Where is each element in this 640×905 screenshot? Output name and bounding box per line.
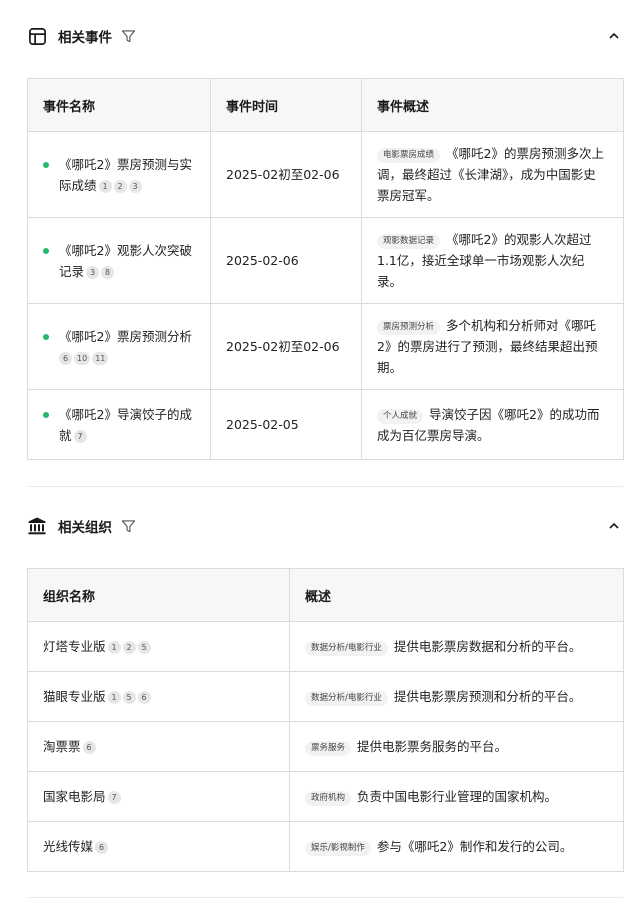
table-row: 光线传媒 6 娱乐/影视制作 参与《哪吒2》制作和发行的公司。	[27, 821, 624, 872]
table-layout-icon	[27, 26, 47, 46]
category-tag: 票务服务	[305, 741, 352, 756]
table-row: 猫眼专业版 1 5 6 数据分析/电影行业 提供电影票房预测和分析的平台。	[27, 671, 624, 722]
org-summary: 政府机构 负责中国电影行业管理的国家机构。	[289, 771, 624, 822]
events-table: 事件名称 事件时间 事件概述 《哪吒2》票房预测与实 际成绩 1 2 3 2025-02…	[27, 78, 624, 460]
category-tag: 观影数据记录	[377, 234, 441, 249]
event-name: 《哪吒2》导演饺子的成就 7	[43, 404, 195, 446]
events-table-header: 事件名称 事件时间 事件概述	[27, 78, 624, 132]
reference-badge[interactable]: 8	[101, 265, 115, 279]
table-row: 《哪吒2》导演饺子的成就 7 2025-02-05 个人成就 导演饺子因《哪吒2》的…	[27, 389, 624, 460]
orgs-table-header: 组织名称 概述	[27, 568, 624, 622]
event-summary: 票房预测分析 多个机构和分析师对《哪吒2》的票房进行了预测，最终结果超出预期。	[361, 303, 624, 390]
reference-badge[interactable]: 6	[59, 351, 72, 365]
reference-badge[interactable]: 11	[92, 351, 109, 365]
event-summary: 个人成就 导演饺子因《哪吒2》的成功而成为百亿票房导演。	[361, 389, 624, 460]
table-row: 国家电影局 7 政府机构 负责中国电影行业管理的国家机构。	[27, 771, 624, 822]
reference-badge[interactable]: 7	[107, 791, 121, 804]
event-name: 《哪吒2》票房预测分析 6 10 11	[43, 326, 195, 368]
section-divider	[27, 897, 623, 898]
category-tag: 数据分析/电影行业	[305, 641, 388, 656]
table-row: 《哪吒2》观影人次突破 记录 3 8 2025-02-06 观影数据记录 《哪吒2》的观…	[27, 217, 624, 304]
category-tag: 票房预测分析	[377, 320, 441, 335]
reference-badge[interactable]: 6	[137, 691, 151, 704]
event-time: 2025-02-05	[210, 389, 362, 460]
filter-funnel-icon[interactable]	[120, 518, 136, 534]
org-summary: 票务服务 提供电影票务服务的平台。	[289, 721, 624, 772]
category-tag: 电影票房成绩	[377, 148, 441, 163]
reference-badge[interactable]: 2	[113, 179, 127, 193]
col-event-time: 事件时间	[210, 78, 362, 132]
institution-building-icon	[27, 516, 47, 536]
col-event-summary: 事件概述	[361, 78, 624, 132]
status-dot	[43, 161, 49, 168]
col-event-name: 事件名称	[27, 78, 211, 132]
org-name: 猫眼专业版 1 5 6	[27, 671, 290, 722]
orgs-section-title: 相关组织	[58, 520, 112, 536]
status-dot	[43, 333, 49, 340]
event-summary: 观影数据记录 《哪吒2》的观影人次超过1.1亿，接近全球单一市场观影人次纪录。	[361, 217, 624, 304]
chevron-up-icon[interactable]	[606, 518, 622, 534]
reference-badge[interactable]: 3	[128, 179, 142, 193]
chevron-up-icon[interactable]	[606, 28, 622, 44]
event-name: 《哪吒2》票房预测与实 际成绩 1 2 3	[43, 154, 195, 196]
reference-badge[interactable]: 1	[107, 641, 121, 654]
event-time: 2025-02初至02-06	[210, 303, 362, 390]
reference-badge[interactable]: 6	[82, 741, 96, 754]
col-org-name: 组织名称	[27, 568, 290, 622]
reference-badge[interactable]: 5	[122, 691, 136, 704]
org-summary: 数据分析/电影行业 提供电影票房预测和分析的平台。	[289, 671, 624, 722]
event-time: 2025-02初至02-06	[210, 131, 362, 218]
table-row: 《哪吒2》票房预测与实 际成绩 1 2 3 2025-02初至02-06 电影票房成绩《…	[27, 131, 624, 218]
events-section-title: 相关事件	[58, 30, 112, 46]
status-dot	[43, 247, 49, 254]
status-dot	[43, 411, 49, 418]
category-tag: 娱乐/影视制作	[305, 841, 371, 856]
col-org-summary: 概述	[289, 568, 624, 622]
reference-badge[interactable]: 2	[122, 641, 136, 654]
filter-funnel-icon[interactable]	[120, 28, 136, 44]
reference-badge[interactable]: 1	[98, 179, 112, 193]
orgs-section-header: 相关组织	[27, 514, 622, 538]
orgs-table: 组织名称 概述 灯塔专业版 1 2 5 数据分析/电影行业 提供电影票房数据和分析的平台…	[27, 568, 624, 872]
org-name: 光线传媒 6	[27, 821, 290, 872]
table-row: 灯塔专业版 1 2 5 数据分析/电影行业 提供电影票房数据和分析的平台。	[27, 621, 624, 672]
section-divider	[27, 486, 623, 487]
category-tag: 个人成就	[377, 408, 424, 424]
event-time: 2025-02-06	[210, 217, 362, 304]
org-summary: 娱乐/影视制作 参与《哪吒2》制作和发行的公司。	[289, 821, 624, 872]
events-section-header: 相关事件	[27, 24, 622, 48]
event-summary: 电影票房成绩 《哪吒2》的票房预测多次上调，最终超过《长津湖》，成为中国影史票房冠…	[361, 131, 624, 218]
reference-badge[interactable]: 10	[74, 351, 91, 365]
reference-badge[interactable]: 6	[95, 841, 109, 854]
table-row: 《哪吒2》票房预测分析 6 10 11 2025-02初至02-06 票房预测分析 多个…	[27, 303, 624, 390]
org-summary: 数据分析/电影行业 提供电影票房数据和分析的平台。	[289, 621, 624, 672]
org-name: 国家电影局 7	[27, 771, 290, 822]
reference-badge[interactable]: 5	[137, 641, 151, 654]
event-name: 《哪吒2》观影人次突破 记录 3 8	[43, 240, 195, 282]
org-name: 灯塔专业版 1 2 5	[27, 621, 290, 672]
category-tag: 政府机构	[305, 791, 352, 806]
category-tag: 数据分析/电影行业	[305, 691, 388, 706]
org-name: 淘票票 6	[27, 721, 290, 772]
reference-badge[interactable]: 7	[73, 429, 87, 443]
table-row: 淘票票 6 票务服务 提供电影票务服务的平台。	[27, 721, 624, 772]
reference-badge[interactable]: 1	[107, 691, 121, 704]
reference-badge[interactable]: 3	[86, 265, 100, 279]
